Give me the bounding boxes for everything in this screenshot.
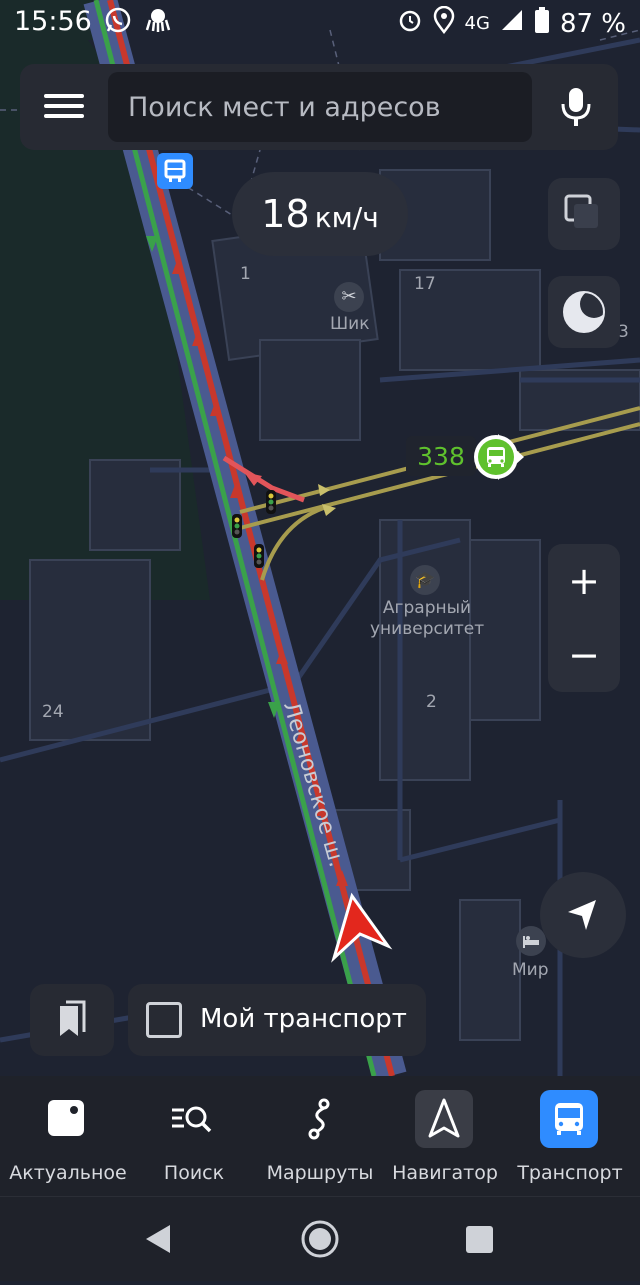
tab-transport[interactable]: Транспорт <box>506 1076 634 1196</box>
tab-search[interactable]: Поиск <box>130 1076 258 1196</box>
recents-icon[interactable] <box>466 1226 493 1253</box>
system-nav-icons <box>146 1220 493 1258</box>
bus-vehicle-marker[interactable]: 338 <box>406 432 524 482</box>
poi-label-line: университет <box>370 619 485 639</box>
layers-icon <box>564 194 598 228</box>
tab-label: Транспорт <box>517 1162 623 1184</box>
tab-routes[interactable]: Маршруты <box>256 1076 384 1196</box>
graduation-cap-icon[interactable]: 🎓 <box>410 565 440 595</box>
zoom-in-button[interactable]: + <box>548 544 620 618</box>
menu-line <box>44 94 84 98</box>
scissors-icon[interactable]: ✂ <box>334 282 364 312</box>
bookmarks-icon <box>60 1000 86 1036</box>
actual-icon <box>38 1090 96 1148</box>
location-icon <box>433 5 455 41</box>
building-number: 2 <box>426 692 437 712</box>
moon-icon <box>563 290 608 333</box>
speed-value: 18 <box>261 192 310 236</box>
menu-line <box>44 104 84 108</box>
tab-label: Поиск <box>163 1162 225 1184</box>
my-transport-toggle[interactable]: Мой транспорт <box>128 984 426 1056</box>
microphone-icon[interactable] <box>556 86 596 128</box>
bottom-navigation: Актуальное Поиск Маршруты Навигатор Тран… <box>0 1076 640 1196</box>
tab-label: Актуальное <box>9 1162 127 1184</box>
speed-unit: км/ч <box>314 201 379 234</box>
zoom-out-button[interactable]: − <box>548 618 620 692</box>
poi-label-agrarian: Аграрный университет <box>370 598 484 640</box>
battery-icon <box>534 6 550 41</box>
search-input[interactable]: Поиск мест и адресов <box>108 72 532 142</box>
my-location-button[interactable] <box>540 872 626 958</box>
my-transport-checkbox[interactable] <box>146 1002 182 1038</box>
bookmarks-button[interactable] <box>30 984 114 1056</box>
tab-navigator[interactable]: Навигатор <box>381 1076 509 1196</box>
status-bar: 15:56 4G 87 % <box>0 0 640 44</box>
routes-icon <box>290 1090 348 1148</box>
night-mode-button[interactable] <box>548 276 620 348</box>
whatsapp-icon <box>104 6 132 41</box>
bus-route-number: 338 <box>406 436 476 476</box>
network-type: 4G <box>464 13 490 34</box>
signal-icon <box>500 8 524 39</box>
poi-label-mir: Мир <box>512 960 549 980</box>
tab-actual[interactable]: Актуальное <box>4 1076 132 1196</box>
navigator-icon <box>415 1090 473 1148</box>
layers-button[interactable] <box>548 178 620 250</box>
building-number: 1 <box>240 264 251 284</box>
alarm-icon <box>397 7 423 40</box>
tab-label: Навигатор <box>392 1162 498 1184</box>
my-transport-label: Мой транспорт <box>200 1004 407 1034</box>
status-time: 15:56 <box>14 6 92 37</box>
battery-percent: 87 % <box>559 8 626 39</box>
poi-label-shik: Шик <box>330 314 370 334</box>
location-arrow-icon <box>568 900 596 930</box>
building-number: 17 <box>414 274 436 294</box>
building-number: 24 <box>42 702 64 722</box>
bus-icon <box>474 432 524 480</box>
menu-line <box>44 114 84 118</box>
tab-label: Маршруты <box>266 1162 374 1184</box>
bus-icon <box>540 1090 598 1148</box>
poi-label-line: Аграрный <box>382 598 472 618</box>
search-list-icon <box>164 1090 222 1148</box>
system-navigation-bar <box>0 1196 640 1281</box>
menu-button[interactable] <box>40 88 88 128</box>
status-right-group: 4G 87 % <box>397 5 626 41</box>
octopus-icon <box>144 6 172 41</box>
search-placeholder: Поиск мест и адресов <box>128 92 441 123</box>
bus-stop-icon[interactable] <box>157 153 193 189</box>
speed-indicator: 18 км/ч <box>232 172 408 256</box>
zoom-control: + − <box>548 544 620 692</box>
back-icon[interactable] <box>146 1225 170 1253</box>
